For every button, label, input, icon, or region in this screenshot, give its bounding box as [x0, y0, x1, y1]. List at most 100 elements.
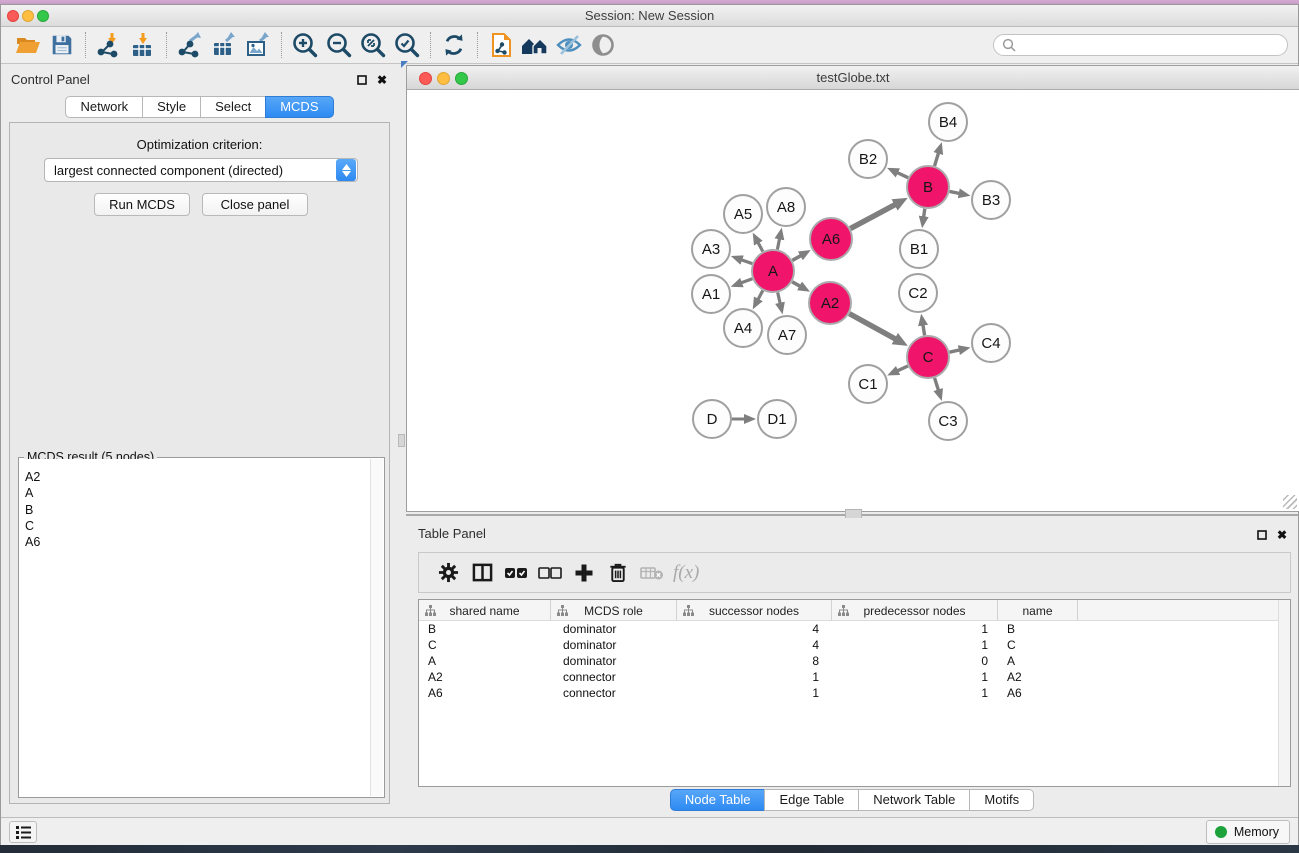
network-canvas[interactable]: B4B2BB3A8A5A6A3B1AA1C2A2A4A7C4CC1C3DD1	[407, 90, 1299, 511]
export-network-button[interactable]	[173, 29, 207, 61]
refresh-view-button[interactable]	[437, 29, 471, 61]
table-cell[interactable]: 8	[677, 653, 832, 669]
zoom-selected-button[interactable]	[390, 29, 424, 61]
table-row[interactable]: Cdominator41C	[419, 637, 1290, 653]
show-task-history-button[interactable]	[9, 821, 37, 843]
zoom-in-button[interactable]	[288, 29, 322, 61]
graph-edge-A6-B[interactable]	[850, 205, 895, 229]
show-columns-button[interactable]	[465, 556, 499, 590]
tab-motifs[interactable]: Motifs	[969, 789, 1034, 811]
graph-edge-C-C4[interactable]	[950, 350, 960, 352]
mcds-result-item[interactable]: B	[25, 502, 369, 518]
vertical-splitter-handle[interactable]	[398, 434, 405, 447]
graph-edge-A-A1[interactable]	[741, 279, 752, 283]
column-header-name[interactable]: name	[998, 600, 1078, 621]
column-header-predecessor-nodes[interactable]: predecessor nodes	[832, 600, 998, 621]
graph-edge-A-A4[interactable]	[758, 291, 763, 300]
table-cell[interactable]: 1	[832, 669, 998, 685]
table-scrollbar[interactable]	[1278, 600, 1290, 786]
graph-node-B[interactable]: B	[907, 166, 949, 208]
graph-node-B1[interactable]: B1	[900, 230, 938, 268]
graph-node-C2[interactable]: C2	[899, 274, 937, 312]
window-resize-grip[interactable]	[1283, 495, 1297, 509]
mcds-result-item[interactable]: A6	[25, 534, 369, 550]
select-all-columns-button[interactable]	[499, 556, 533, 590]
table-cell[interactable]: A	[419, 653, 551, 669]
table-cell[interactable]: A6	[419, 685, 551, 701]
graph-edge-A-A7[interactable]	[778, 293, 781, 304]
search-field[interactable]	[993, 34, 1288, 56]
import-table-button[interactable]	[126, 29, 160, 61]
graph-node-A5[interactable]: A5	[724, 195, 762, 233]
mcds-result-list[interactable]: A2ABCA6	[20, 459, 369, 796]
add-row-button[interactable]	[567, 556, 601, 590]
column-header-shared-name[interactable]: shared name	[419, 600, 551, 621]
graph-edge-B-B4[interactable]	[935, 153, 939, 166]
float-panel-icon[interactable]	[355, 73, 369, 87]
graph-node-C1[interactable]: C1	[849, 365, 887, 403]
graph-node-A7[interactable]: A7	[768, 316, 806, 354]
table-cell[interactable]: 0	[832, 653, 998, 669]
table-cell[interactable]: 4	[677, 637, 832, 653]
table-cell[interactable]: 4	[677, 621, 832, 637]
unselect-all-columns-button[interactable]	[533, 556, 567, 590]
close-table-panel-icon[interactable]: ✖	[1275, 528, 1289, 542]
table-cell[interactable]: dominator	[551, 637, 677, 653]
tab-network-table[interactable]: Network Table	[858, 789, 970, 811]
mcds-result-item[interactable]: A	[25, 485, 369, 501]
graph-edge-C-C2[interactable]	[923, 325, 925, 336]
memory-button[interactable]: Memory	[1206, 820, 1290, 844]
delete-table-button[interactable]	[635, 556, 669, 590]
network-graph[interactable]: B4B2BB3A8A5A6A3B1AA1C2A2A4A7C4CC1C3DD1	[407, 90, 1299, 511]
tab-style[interactable]: Style	[142, 96, 201, 118]
table-cell[interactable]: 1	[677, 669, 832, 685]
graph-node-A8[interactable]: A8	[767, 188, 805, 226]
graph-edge-C-C3[interactable]	[935, 378, 939, 391]
table-cell[interactable]: A	[998, 653, 1078, 669]
tab-select[interactable]: Select	[200, 96, 266, 118]
table-cell[interactable]: A2	[419, 669, 551, 685]
export-table-button[interactable]	[207, 29, 241, 61]
run-mcds-button[interactable]: Run MCDS	[94, 193, 190, 216]
graph-edge-A2-C[interactable]	[849, 314, 895, 340]
tab-mcds[interactable]: MCDS	[265, 96, 333, 118]
close-panel-button[interactable]: Close panel	[202, 193, 308, 216]
mcds-result-item[interactable]: C	[25, 518, 369, 534]
tab-network[interactable]: Network	[65, 96, 143, 118]
home-button[interactable]	[518, 29, 552, 61]
zoom-fit-button[interactable]	[356, 29, 390, 61]
mcds-result-scrollbar[interactable]	[370, 459, 383, 796]
table-cell[interactable]: C	[998, 637, 1078, 653]
graph-node-B3[interactable]: B3	[972, 181, 1010, 219]
graph-node-A3[interactable]: A3	[692, 230, 730, 268]
delete-row-button[interactable]	[601, 556, 635, 590]
close-panel-icon[interactable]: ✖	[375, 73, 389, 87]
network-window-titlebar[interactable]: testGlobe.txt	[407, 66, 1299, 90]
table-cell[interactable]: A2	[998, 669, 1078, 685]
save-session-button[interactable]	[45, 29, 79, 61]
table-cell[interactable]: B	[419, 621, 551, 637]
table-cell[interactable]: C	[419, 637, 551, 653]
graph-node-D1[interactable]: D1	[758, 400, 796, 438]
mcds-result-item[interactable]: A2	[25, 469, 369, 485]
table-row[interactable]: Bdominator41B	[419, 621, 1290, 637]
table-cell[interactable]: connector	[551, 685, 677, 701]
table-cell[interactable]: 1	[832, 637, 998, 653]
graph-edge-A-A6[interactable]	[792, 255, 801, 260]
zoom-out-button[interactable]	[322, 29, 356, 61]
graph-edge-B-B1[interactable]	[924, 209, 925, 218]
graph-edge-A-A2[interactable]	[792, 282, 800, 287]
table-row[interactable]: A6connector11A6	[419, 685, 1290, 701]
export-image-button[interactable]	[241, 29, 275, 61]
graph-edge-B-B2[interactable]	[897, 173, 908, 178]
optimization-criterion-dropdown[interactable]: largest connected component (directed)	[44, 158, 358, 182]
graph-edge-A-A3[interactable]	[741, 260, 752, 264]
graph-node-A4[interactable]: A4	[724, 309, 762, 347]
graph-node-C[interactable]: C	[907, 336, 949, 378]
graph-node-C4[interactable]: C4	[972, 324, 1010, 362]
float-table-panel-icon[interactable]	[1255, 528, 1269, 542]
graph-node-A2[interactable]: A2	[809, 282, 851, 324]
table-row[interactable]: Adominator80A	[419, 653, 1290, 669]
graph-node-D[interactable]: D	[693, 400, 731, 438]
table-cell[interactable]: connector	[551, 669, 677, 685]
